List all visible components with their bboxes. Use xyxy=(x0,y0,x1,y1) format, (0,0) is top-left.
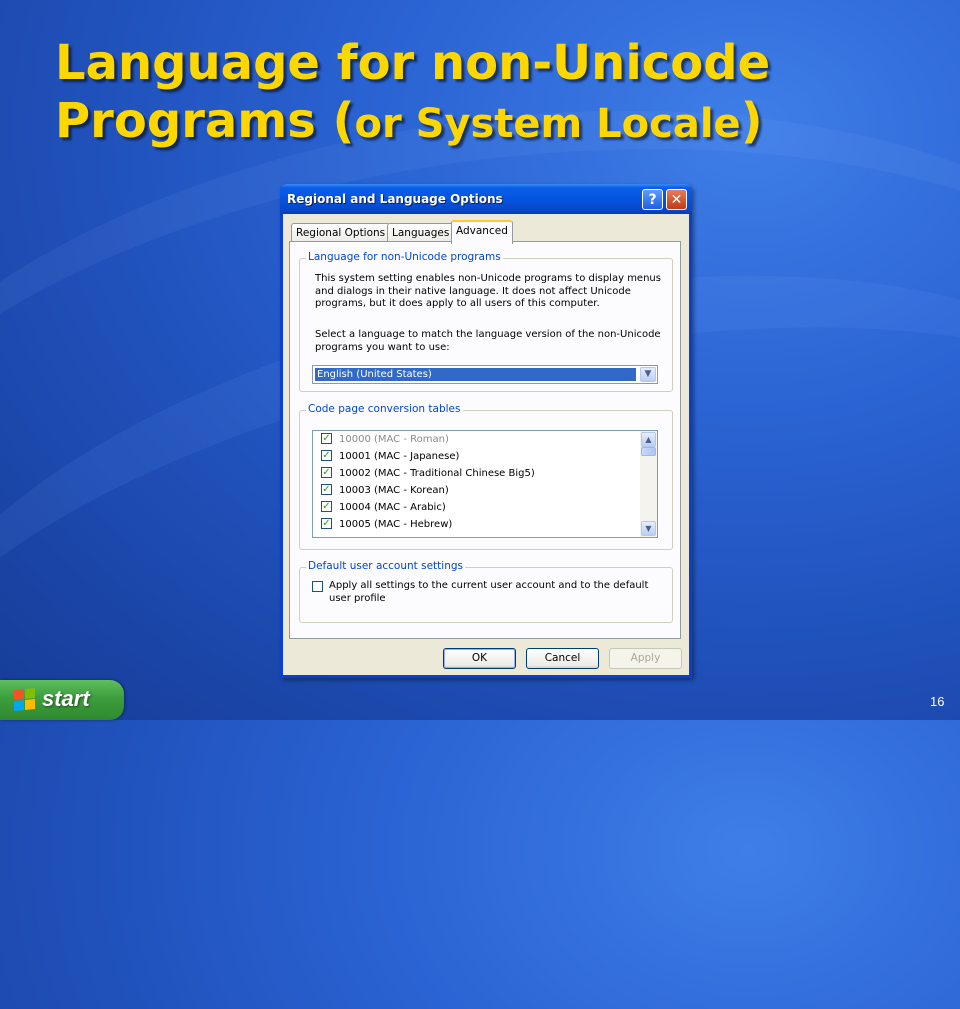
list-item[interactable]: ✓ 10005 (MAC - Hebrew) xyxy=(321,517,452,532)
list-item[interactable]: ✓ 10002 (MAC - Traditional Chinese Big5) xyxy=(321,466,535,481)
dialog-titlebar[interactable]: Regional and Language Options ? ✕ xyxy=(280,184,692,214)
list-item[interactable]: ✓ 10000 (MAC - Roman) xyxy=(321,432,449,447)
code-page-group: Code page conversion tables ✓ 10000 (MAC … xyxy=(299,403,673,550)
description-line: programs, but it does apply to all users… xyxy=(315,298,600,309)
slide-title-line2-small: or System Locale xyxy=(354,101,741,147)
group-label-default-user: Default user account settings xyxy=(306,560,465,572)
apply-to-default-user-checkbox-row[interactable]: Apply all settings to the current user a… xyxy=(312,580,648,605)
description-line: This system setting enables non-Unicode … xyxy=(315,273,661,284)
slide-title-line1: Language for non-Unicode xyxy=(55,35,771,91)
description-line: and dialogs in their native language. It… xyxy=(315,285,631,297)
code-page-list[interactable]: ✓ 10000 (MAC - Roman) ✓ 10001 (MAC - Japan… xyxy=(312,430,658,538)
list-item-label: 10003 (MAC - Korean) xyxy=(339,485,449,496)
check-icon[interactable]: ✓ xyxy=(321,517,332,529)
chevron-down-icon[interactable]: ▼ xyxy=(640,367,656,382)
list-item-label: 10002 (MAC - Traditional Chinese Big5) xyxy=(339,468,535,479)
dialog-title: Regional and Language Options xyxy=(287,192,503,206)
list-item[interactable]: ✓ 10003 (MAC - Korean) xyxy=(321,483,449,498)
prompt-line: Select a language to match the language … xyxy=(315,329,661,340)
default-user-settings-group: Default user account settings Apply all … xyxy=(299,560,673,623)
list-item-label: 10005 (MAC - Hebrew) xyxy=(339,519,453,530)
close-icon: ✕ xyxy=(670,192,683,208)
start-button[interactable]: start xyxy=(0,680,124,720)
help-icon: ? xyxy=(648,192,657,208)
language-select-prompt: Select a language to match the language … xyxy=(315,329,661,354)
slide-title-line2-main: Programs ( xyxy=(55,93,355,149)
apply-button[interactable]: Apply xyxy=(609,648,682,669)
help-button[interactable]: ? xyxy=(642,189,663,210)
prompt-line: programs you want to use: xyxy=(315,341,450,353)
tab-languages[interactable]: Languages xyxy=(387,223,455,242)
scroll-thumb[interactable] xyxy=(641,447,656,456)
tab-regional-options[interactable]: Regional Options xyxy=(291,223,391,242)
dialog-client-area: Regional Options Languages Advanced Lang… xyxy=(283,214,689,675)
list-item[interactable]: ✓ 10004 (MAC - Arabic) xyxy=(321,500,446,515)
non-unicode-language-select[interactable]: English (United States) ▼ xyxy=(312,365,658,384)
slide-title-line2-end: ) xyxy=(740,93,763,149)
non-unicode-description: This system setting enables non-Unicode … xyxy=(315,273,661,311)
list-item[interactable]: ✓ 10001 (MAC - Japanese) xyxy=(321,449,459,464)
group-label-code-page: Code page conversion tables xyxy=(306,403,463,415)
check-icon[interactable]: ✓ xyxy=(321,449,332,461)
cancel-button[interactable]: Cancel xyxy=(526,648,599,669)
tab-advanced[interactable]: Advanced xyxy=(451,220,513,244)
list-item-label: 10000 (MAC - Roman) xyxy=(339,434,449,445)
check-icon[interactable]: ✓ xyxy=(321,483,332,495)
slide-title: Language for non-Unicode Programs (or Sy… xyxy=(55,34,770,153)
apply-default-user-checkbox[interactable] xyxy=(312,581,323,592)
checkbox-label-line: Apply all settings to the current user a… xyxy=(329,580,649,591)
non-unicode-language-group: Language for non-Unicode programs This s… xyxy=(299,251,673,392)
check-icon[interactable]: ✓ xyxy=(321,432,332,444)
checkbox-label-line: user profile xyxy=(329,592,386,604)
scroll-down-icon[interactable]: ▼ xyxy=(641,521,656,536)
list-scrollbar[interactable]: ▲ ▼ xyxy=(640,431,657,537)
selected-language: English (United States) xyxy=(314,367,637,382)
start-label: start xyxy=(42,686,90,711)
group-label-non-unicode: Language for non-Unicode programs xyxy=(306,251,503,263)
advanced-tab-panel: Language for non-Unicode programs This s… xyxy=(289,241,681,639)
scroll-up-icon[interactable]: ▲ xyxy=(641,432,656,447)
list-item-label: 10004 (MAC - Arabic) xyxy=(339,502,446,513)
windows-logo-icon xyxy=(14,687,36,712)
page-number: 16 xyxy=(930,694,945,709)
check-icon[interactable]: ✓ xyxy=(321,466,332,478)
close-button[interactable]: ✕ xyxy=(666,189,687,210)
regional-language-options-dialog: Regional and Language Options ? ✕ Region… xyxy=(280,184,692,678)
list-item-label: 10001 (MAC - Japanese) xyxy=(339,451,460,462)
ok-button[interactable]: OK xyxy=(443,648,516,669)
check-icon[interactable]: ✓ xyxy=(321,500,332,512)
